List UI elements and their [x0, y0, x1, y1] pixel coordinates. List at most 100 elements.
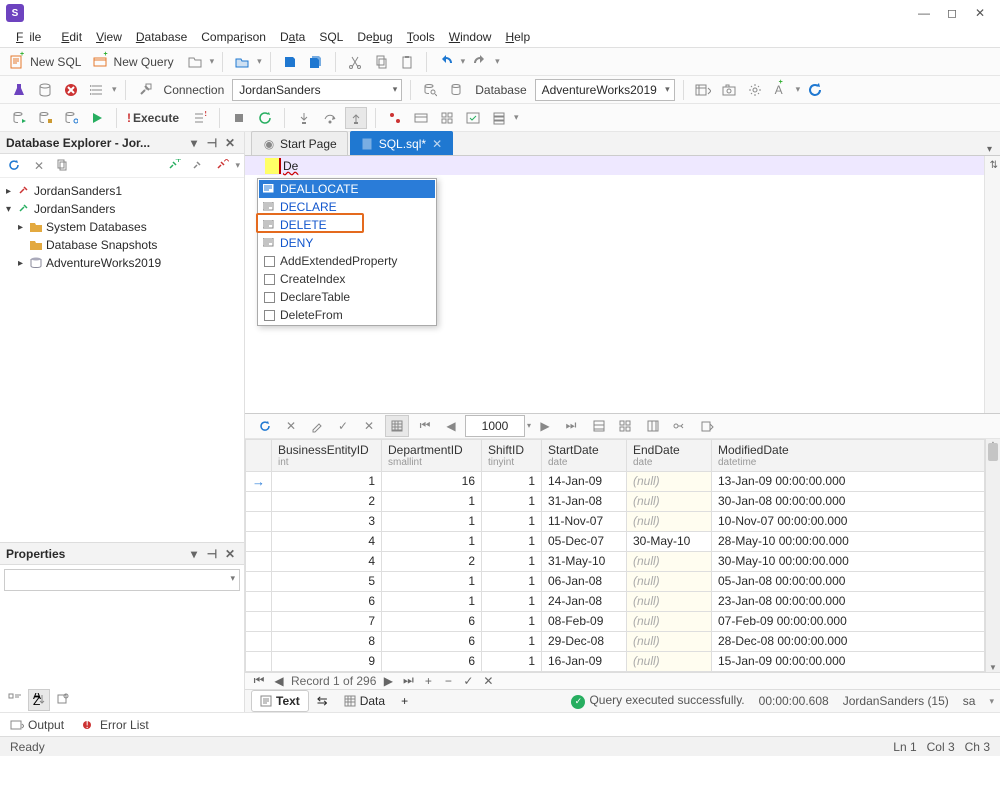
- result-tab-swap[interactable]: ⇆: [309, 690, 336, 712]
- db-pause-icon[interactable]: [34, 107, 56, 129]
- execute-button[interactable]: !Execute: [125, 107, 185, 129]
- explorer-refresh-icon[interactable]: [4, 155, 26, 177]
- table-row[interactable]: 421 31-May-10(null)30-May-10 00:00:00.00…: [246, 551, 985, 571]
- result-tab-text[interactable]: Text: [251, 690, 309, 712]
- new-sql-button[interactable]: + New SQL: [8, 51, 87, 73]
- call-stack-icon[interactable]: [488, 107, 510, 129]
- page-size-input[interactable]: 1000: [465, 415, 525, 437]
- sql-editor[interactable]: De ⇅ DEALLOCATE DECLARE DELETE: [245, 156, 1000, 414]
- debug-restart-icon[interactable]: [254, 107, 276, 129]
- copy-button[interactable]: [370, 51, 392, 73]
- db-reset-icon[interactable]: [60, 107, 82, 129]
- nav-add-icon[interactable]: +: [420, 674, 436, 688]
- table-row[interactable]: 511 06-Jan-08(null)05-Jan-08 00:00:00.00…: [246, 571, 985, 591]
- step-over-icon[interactable]: [319, 107, 341, 129]
- autocomplete-item[interactable]: DEALLOCATE: [259, 180, 435, 198]
- run-button[interactable]: [86, 107, 108, 129]
- connect-icon[interactable]: [134, 79, 156, 101]
- prev-page-icon[interactable]: ◀: [439, 415, 463, 437]
- properties-object-combo[interactable]: [4, 569, 240, 591]
- grid-commit-icon[interactable]: ✓: [331, 415, 355, 437]
- nav-next-icon[interactable]: ▶: [380, 674, 396, 688]
- menu-debug[interactable]: Debug: [351, 28, 398, 46]
- autocomplete-popup[interactable]: DEALLOCATE DECLARE DELETE DENY AddExtend…: [257, 178, 437, 326]
- menu-help[interactable]: Help: [499, 28, 536, 46]
- result-tab-add[interactable]: +: [393, 690, 416, 712]
- tab-close-icon[interactable]: ✕: [432, 137, 442, 151]
- autocomplete-item[interactable]: DENY: [259, 234, 435, 252]
- panel-menu-icon[interactable]: ▾: [186, 135, 202, 151]
- export-icon[interactable]: [695, 415, 719, 437]
- table-row[interactable]: 961 16-Jan-09(null)15-Jan-09 00:00:00.00…: [246, 651, 985, 671]
- property-pages-icon[interactable]: [52, 689, 74, 711]
- tree-node-folder[interactable]: Database Snapshots: [2, 236, 242, 254]
- close-button[interactable]: ✕: [966, 3, 994, 23]
- autocomplete-item[interactable]: DeclareTable: [259, 288, 435, 306]
- save-button[interactable]: [279, 51, 301, 73]
- autocomplete-item[interactable]: CreateIndex: [259, 270, 435, 288]
- menu-file[interactable]: File: [10, 28, 53, 46]
- grid-rollback-icon[interactable]: ✕: [357, 415, 381, 437]
- locals-icon[interactable]: [436, 107, 458, 129]
- database-tree[interactable]: ▸ JordanSanders1 ▾ JordanSanders ▸ Syste…: [0, 178, 244, 542]
- retrieve-data-icon[interactable]: [692, 79, 714, 101]
- tab-sql-file[interactable]: SQL.sql* ✕: [350, 131, 453, 155]
- nav-first-icon[interactable]: ⏮: [251, 673, 267, 688]
- last-page-icon[interactable]: ⏭: [559, 415, 583, 437]
- autocomplete-item[interactable]: DELETE: [259, 216, 435, 234]
- cut-button[interactable]: [344, 51, 366, 73]
- remove-connection-icon[interactable]: ×: [211, 155, 233, 177]
- panel-pin-icon[interactable]: ⊣: [204, 546, 220, 562]
- breakpoint-icon[interactable]: [384, 107, 406, 129]
- database-combo[interactable]: AdventureWorks2019: [535, 79, 675, 101]
- table-row[interactable]: 861 29-Dec-08(null)28-Dec-08 00:00:00.00…: [246, 631, 985, 651]
- menu-edit[interactable]: Edit: [55, 28, 88, 46]
- grid-edit-icon[interactable]: [305, 415, 329, 437]
- output-window-icon[interactable]: [462, 107, 484, 129]
- undo-button[interactable]: [435, 51, 457, 73]
- edit-connection-icon[interactable]: [187, 155, 209, 177]
- menu-comparison[interactable]: Comparison: [195, 28, 272, 46]
- debug-stop-icon[interactable]: [228, 107, 250, 129]
- menu-database[interactable]: Database: [130, 28, 193, 46]
- table-row[interactable]: 211 31-Jan-08(null)30-Jan-08 00:00:00.00…: [246, 491, 985, 511]
- paste-button[interactable]: [396, 51, 418, 73]
- nav-delete-icon[interactable]: −: [440, 674, 456, 688]
- settings-icon[interactable]: [744, 79, 766, 101]
- new-query-button[interactable]: + New Query: [91, 51, 179, 73]
- save-all-button[interactable]: [305, 51, 327, 73]
- open-button[interactable]: [231, 51, 253, 73]
- stop-icon[interactable]: [60, 79, 82, 101]
- autocomplete-item[interactable]: AddExtendedProperty: [259, 252, 435, 270]
- database-toolbar-icon[interactable]: [34, 79, 56, 101]
- explorer-copy-icon[interactable]: [52, 155, 74, 177]
- db-play-icon[interactable]: [8, 107, 30, 129]
- card-view-icon[interactable]: [613, 415, 637, 437]
- menu-window[interactable]: Window: [443, 28, 498, 46]
- tab-start-page[interactable]: ◉ Start Page: [251, 131, 348, 155]
- db-sync-icon[interactable]: [445, 79, 467, 101]
- table-row[interactable]: 311 11-Nov-07(null)10-Nov-07 00:00:00.00…: [246, 511, 985, 531]
- page-mode-icon[interactable]: [385, 415, 409, 437]
- nav-last-icon[interactable]: ⏭: [400, 673, 416, 688]
- table-row[interactable]: 611 24-Jan-08(null)23-Jan-08 00:00:00.00…: [246, 591, 985, 611]
- tab-options-icon[interactable]: ▾: [979, 144, 1000, 155]
- minimize-button[interactable]: —: [910, 3, 938, 23]
- redo-button[interactable]: [469, 51, 491, 73]
- first-page-icon[interactable]: ⏮: [413, 415, 437, 437]
- categorize-icon[interactable]: [4, 689, 26, 711]
- grid-cancel-icon[interactable]: ✕: [279, 415, 303, 437]
- autocomplete-item[interactable]: DeleteFrom: [259, 306, 435, 324]
- panel-close-icon[interactable]: ✕: [222, 135, 238, 151]
- menu-data[interactable]: Data: [274, 28, 311, 46]
- tree-node-folder[interactable]: ▸ System Databases: [2, 218, 242, 236]
- grid-vertical-scrollbar[interactable]: ▲ ▼: [985, 439, 1000, 672]
- maximize-button[interactable]: ◻: [938, 3, 966, 23]
- tree-node-connection[interactable]: ▸ JordanSanders1: [2, 182, 242, 200]
- columns-icon[interactable]: [641, 415, 665, 437]
- tree-node-database[interactable]: ▸ AdventureWorks2019: [2, 254, 242, 272]
- nav-cancel-icon[interactable]: ✕: [480, 674, 496, 688]
- execute-options-icon[interactable]: !: [189, 107, 211, 129]
- table-row[interactable]: → 1161 14-Jan-09(null)13-Jan-09 00:00:00…: [246, 471, 985, 491]
- nav-commit-icon[interactable]: ✓: [460, 674, 476, 688]
